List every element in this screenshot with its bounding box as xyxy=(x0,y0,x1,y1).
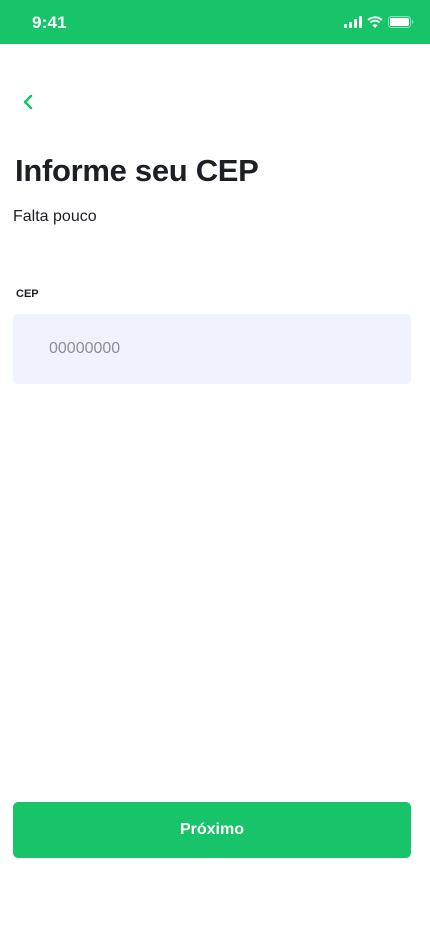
signal-icon xyxy=(344,16,362,28)
page-title: Informe seu CEP xyxy=(15,153,259,188)
status-icons xyxy=(344,15,414,29)
screen: 9:41 Informe seu CEP Falta pouco CEP 000… xyxy=(0,0,430,932)
cep-field-label: CEP xyxy=(16,288,39,300)
battery-icon xyxy=(388,16,414,28)
status-time: 9:41 xyxy=(32,13,67,32)
page-subtitle: Falta pouco xyxy=(13,208,97,225)
next-button[interactable]: Próximo xyxy=(13,802,411,858)
wifi-icon xyxy=(367,16,383,28)
back-button[interactable] xyxy=(14,88,42,116)
cep-input[interactable] xyxy=(13,314,411,384)
status-bar: 9:41 xyxy=(0,0,430,44)
chevron-left-icon xyxy=(23,94,33,110)
